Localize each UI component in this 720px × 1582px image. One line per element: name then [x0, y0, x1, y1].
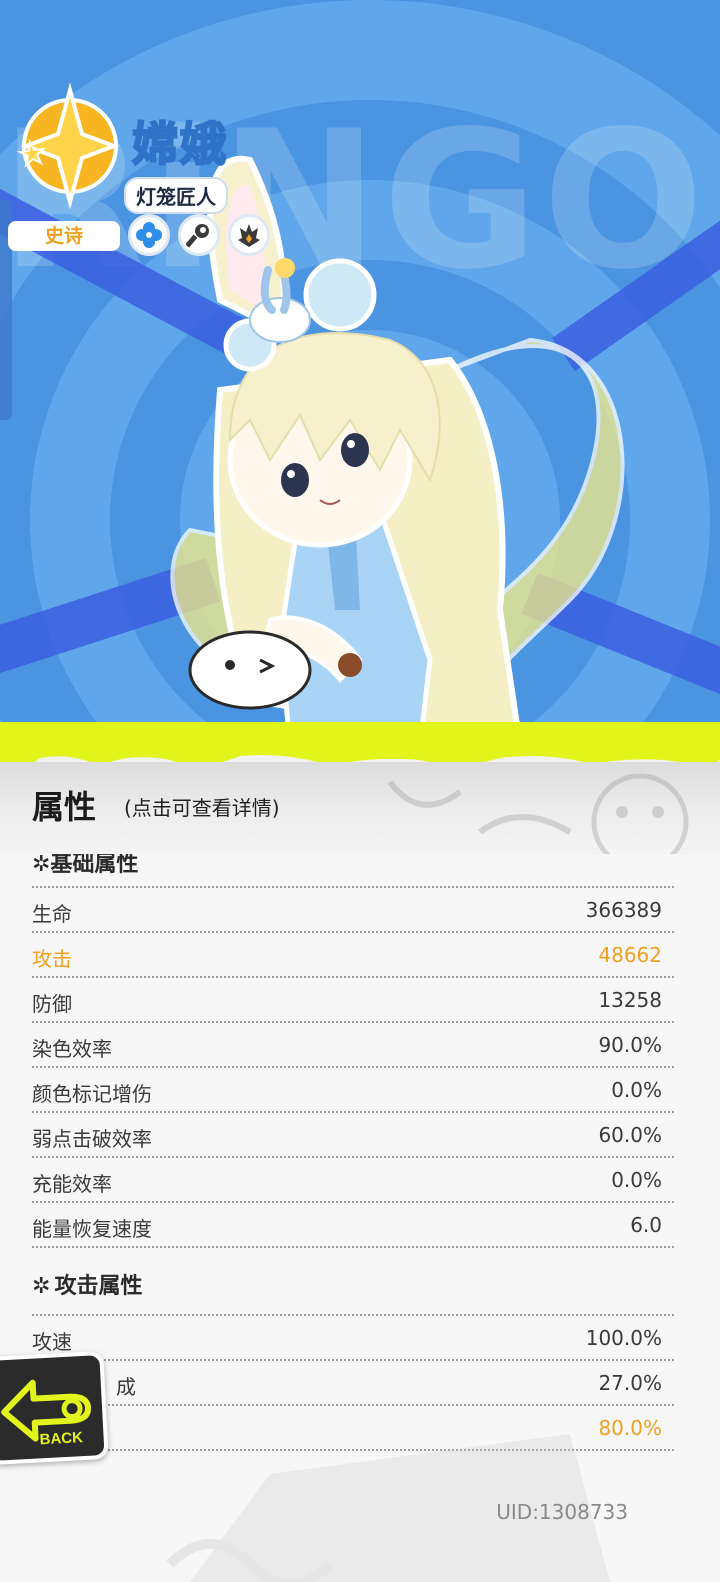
back-button[interactable]: BACK [0, 1350, 109, 1466]
section-title: 攻击属性 [54, 1274, 143, 1299]
stat-value: 0.0% [611, 1078, 662, 1102]
player-uid: UID:1308733 [496, 1500, 628, 1524]
character-showcase: RiNGOD [0, 0, 720, 745]
panel-header[interactable] [0, 762, 720, 854]
stat-value: 60.0% [598, 1123, 662, 1147]
flame-skill-icon[interactable] [228, 214, 270, 256]
rarity-badge: 史诗 [8, 221, 120, 251]
stat-label: 成 [116, 1375, 136, 1399]
stat-value: 13258 [598, 988, 662, 1012]
stat-label: 攻击 [32, 947, 72, 971]
character-title: 灯笼匠人 [124, 177, 228, 214]
stat-value: 90.0% [598, 1033, 662, 1057]
character-name: 嫦娥 [131, 116, 228, 172]
stat-row-weakness-break[interactable]: 弱点击破效率 60.0% [32, 1113, 674, 1158]
basic-attributes-heading: ✲基础属性 [32, 854, 139, 877]
stat-label: 弱点击破效率 [32, 1127, 152, 1151]
stat-value: 366389 [585, 898, 662, 922]
flower-skill-icon[interactable] [128, 214, 170, 256]
stat-label: 攻速 [32, 1330, 72, 1354]
back-label: BACK [39, 1429, 83, 1448]
stat-label: 生命 [32, 902, 72, 926]
stat-row-defense[interactable]: 防御 13258 [32, 978, 674, 1023]
stat-label: 能量恢复速度 [32, 1217, 152, 1241]
background-graffiti [166, 1434, 610, 1582]
stat-row-hp[interactable]: 生命 366389 [32, 888, 674, 933]
rarity-star-icon [16, 82, 120, 210]
stat-label: 颜色标记增伤 [32, 1082, 152, 1106]
stat-value: 27.0% [598, 1371, 662, 1395]
stat-label: 防御 [32, 992, 72, 1016]
panel-subtitle: (点击可查看详情) [124, 796, 280, 820]
stat-value: 100.0% [585, 1326, 662, 1350]
flower-icon: ✲ [32, 1274, 51, 1299]
attributes-panel: 属性 (点击可查看详情) ✲基础属性 生命 366389 攻击 48662 防御… [0, 722, 720, 1582]
stat-value: 0.0% [611, 1168, 662, 1192]
back-arrow-icon: BACK [1, 1379, 92, 1448]
stat-row-charge-efficiency[interactable]: 充能效率 0.0% [32, 1158, 674, 1203]
stat-row-crit-rate[interactable]: 成 27.0% [32, 1361, 674, 1406]
stat-row-dye-efficiency[interactable]: 染色效率 90.0% [32, 1023, 674, 1068]
stat-value: 48662 [598, 943, 662, 967]
attack-attributes-heading: ✲ 攻击属性 [32, 1268, 142, 1300]
attribute-list[interactable]: ✲基础属性 生命 366389 攻击 48662 防御 13258 染色效率 9… [0, 854, 720, 1582]
wrench-skill-icon[interactable] [178, 214, 220, 256]
stat-value: 6.0 [630, 1213, 662, 1237]
stat-label: 充能效率 [32, 1172, 112, 1196]
stat-label: 染色效率 [32, 1037, 112, 1061]
stat-row-energy-regen[interactable]: 能量恢复速度 6.0 [32, 1203, 674, 1248]
stat-row-attack[interactable]: 攻击 48662 [32, 933, 674, 978]
stat-row-color-mark-dmg[interactable]: 颜色标记增伤 0.0% [32, 1068, 674, 1113]
panel-title: 属性 [32, 788, 97, 826]
stat-row-attack-speed[interactable]: 攻速 100.0% [32, 1316, 674, 1361]
header-decoration [387, 773, 689, 854]
